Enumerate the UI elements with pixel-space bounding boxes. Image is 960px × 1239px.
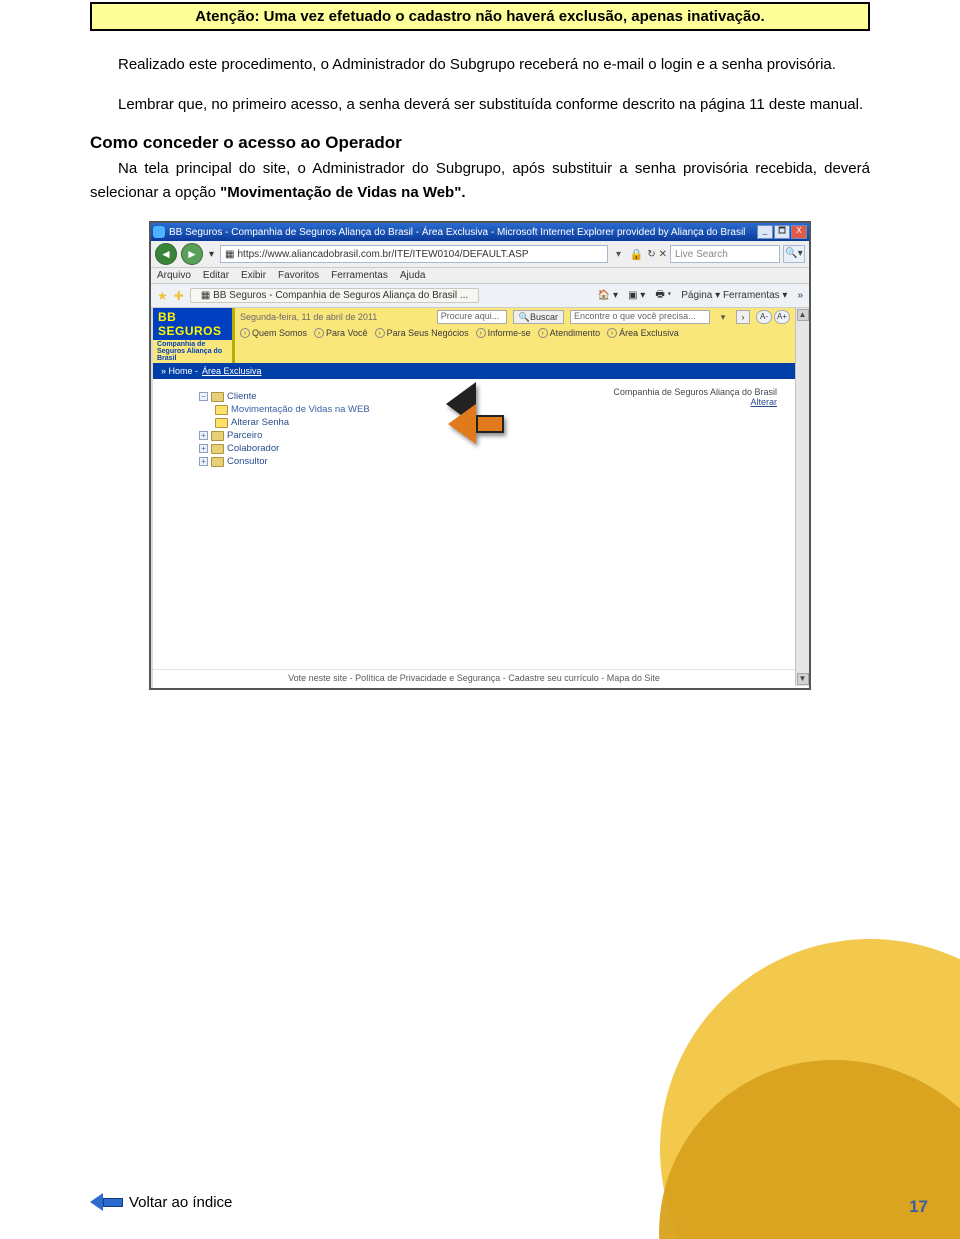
stop-icon[interactable]: ✕: [659, 249, 667, 260]
tree-item-movimentacao[interactable]: Movimentação de Vidas na WEB: [215, 404, 450, 415]
nav-back-button[interactable]: ◄: [155, 243, 177, 265]
menu-favoritos[interactable]: Favoritos: [278, 270, 319, 281]
menu-ferramentas[interactable]: Ferramentas: [331, 270, 388, 281]
print-icon[interactable]: 🖶 ▾: [655, 287, 671, 304]
annotation-arrow-icon: [448, 404, 504, 444]
page-number: 17: [909, 1197, 928, 1217]
search-site-input[interactable]: Procure aqui...: [437, 310, 507, 324]
menu-exibir[interactable]: Exibir: [241, 270, 266, 281]
font-increase-button[interactable]: A+: [774, 310, 790, 324]
address-dropdown[interactable]: ▾: [612, 249, 626, 260]
encontre-input[interactable]: Encontre o que você precisa...: [570, 310, 710, 324]
home-icon[interactable]: 🏠 ▾: [598, 290, 618, 301]
folder-icon: [211, 457, 224, 467]
tree-item-alterar-senha[interactable]: Alterar Senha: [215, 417, 450, 428]
scroll-up-button[interactable]: ▲: [797, 309, 809, 321]
folder-icon: [211, 444, 224, 454]
tree-item-cliente[interactable]: − Cliente: [199, 391, 450, 402]
vertical-scrollbar[interactable]: ▲ ▼: [795, 308, 809, 686]
search-go-button[interactable]: 🔍▾: [783, 245, 805, 263]
ie-icon: [153, 226, 165, 238]
folder-icon: [211, 392, 224, 402]
refresh-icon[interactable]: ↻: [647, 249, 655, 260]
nav-atendimento[interactable]: ›Atendimento: [538, 328, 601, 338]
breadcrumb: » Home - Área Exclusiva: [153, 363, 795, 379]
maximize-button[interactable]: 🗖: [774, 225, 790, 239]
expand-icon[interactable]: +: [199, 457, 208, 466]
browser-tab[interactable]: ▦ BB Seguros - Companhia de Seguros Alia…: [190, 288, 479, 303]
alterar-link[interactable]: Alterar: [750, 397, 777, 407]
folder-icon: [215, 405, 228, 415]
page-menu[interactable]: Página ▾ Ferramentas ▾: [681, 290, 787, 301]
site-header: BB SEGUROS Companhia de Seguros Aliança …: [153, 308, 795, 363]
nav-forward-button[interactable]: ►: [181, 243, 203, 265]
tab-favicon-icon: ▦: [201, 290, 210, 301]
nav-history-dropdown[interactable]: ▾: [207, 249, 216, 260]
tab-title: BB Seguros - Companhia de Seguros Alianç…: [213, 290, 468, 301]
folder-icon: [215, 418, 228, 428]
minimize-button[interactable]: _: [757, 225, 773, 239]
address-url: https://www.aliancadobrasil.com.br/ITE/I…: [237, 249, 528, 260]
back-arrow-icon: [90, 1193, 123, 1211]
logo-text: BB SEGUROS: [158, 310, 227, 338]
ie-tab-bar: ★ ✚ ▦ BB Seguros - Companhia de Seguros …: [151, 284, 809, 308]
nav-area-exclusiva[interactable]: ›Área Exclusiva: [607, 328, 679, 338]
tree-item-parceiro[interactable]: + Parceiro: [199, 430, 450, 441]
expand-icon[interactable]: +: [199, 431, 208, 440]
encontre-dropdown[interactable]: ▾: [716, 312, 730, 323]
nav-para-seus-negocios[interactable]: ›Para Seus Negócios: [375, 328, 469, 338]
feeds-icon[interactable]: ▣ ▾: [628, 290, 645, 301]
window-title: BB Seguros - Companhia de Seguros Alianç…: [169, 227, 745, 238]
tree-item-colaborador[interactable]: + Colaborador: [199, 443, 450, 454]
screenshot-figure: BB Seguros - Companhia de Seguros Alianç…: [149, 221, 811, 690]
back-link-label: Voltar ao índice: [129, 1194, 232, 1211]
help-icon[interactable]: »: [797, 290, 803, 301]
search-text: Live Search: [675, 249, 728, 260]
buscar-label: Buscar: [530, 312, 558, 322]
menu-arquivo[interactable]: Arquivo: [157, 270, 191, 281]
back-to-index-link[interactable]: Voltar ao índice: [90, 1193, 232, 1211]
breadcrumb-current[interactable]: Área Exclusiva: [202, 366, 262, 376]
paragraph-1: Realizado este procedimento, o Administr…: [90, 53, 870, 77]
paragraph-2: Lembrar que, no primeiro acesso, a senha…: [90, 93, 870, 117]
go-button[interactable]: ›: [736, 310, 750, 324]
live-search-box[interactable]: Live Search: [670, 245, 780, 263]
breadcrumb-home[interactable]: » Home -: [161, 366, 198, 376]
menu-editar[interactable]: Editar: [203, 270, 229, 281]
font-decrease-button[interactable]: A-: [756, 310, 772, 324]
logo-subtitle: Companhia de Seguros Aliança do Brasil: [153, 340, 235, 363]
expand-icon[interactable]: +: [199, 444, 208, 453]
favorites-star-icon[interactable]: ★: [157, 289, 168, 303]
address-bar[interactable]: ▦ https://www.aliancadobrasil.com.br/ITE…: [220, 245, 607, 263]
folder-icon: [211, 431, 224, 441]
add-favorites-icon[interactable]: ✚: [174, 289, 184, 303]
attention-callout: Atenção: Uma vez efetuado o cadastro não…: [90, 2, 870, 31]
page-decoration: [580, 779, 960, 1239]
menu-ajuda[interactable]: Ajuda: [400, 270, 426, 281]
ie-title-bar: BB Seguros - Companhia de Seguros Alianç…: [151, 223, 809, 241]
paragraph-3: Na tela principal do site, o Administrad…: [90, 157, 870, 205]
ie-nav-bar: ◄ ► ▾ ▦ https://www.aliancadobrasil.com.…: [151, 241, 809, 268]
header-date: Segunda-feira, 11 de abril de 2011: [240, 312, 431, 322]
tree-item-consultor[interactable]: + Consultor: [199, 456, 450, 467]
company-name: Companhia de Seguros Aliança do Brasil: [466, 387, 777, 397]
nav-quem-somos[interactable]: ›Quem Somos: [240, 328, 307, 338]
nav-informe-se[interactable]: ›Informe-se: [476, 328, 531, 338]
scroll-down-button[interactable]: ▼: [797, 673, 809, 685]
close-button[interactable]: X: [791, 225, 807, 239]
lock-icon: 🔒: [630, 248, 644, 261]
nav-para-voce[interactable]: ›Para Você: [314, 328, 368, 338]
site-favicon-icon: ▦: [225, 249, 234, 260]
section-heading: Como conceder o acesso ao Operador: [90, 133, 870, 153]
paragraph-3-text: Na tela principal do site, o Administrad…: [90, 160, 870, 201]
ie-menu-bar: Arquivo Editar Exibir Favoritos Ferramen…: [151, 268, 809, 284]
buscar-button[interactable]: 🔍 Buscar: [513, 310, 564, 324]
bb-seguros-logo[interactable]: BB SEGUROS: [153, 308, 235, 340]
site-footer-links[interactable]: Vote neste site - Política de Privacidad…: [153, 669, 795, 688]
nav-tree: − Cliente Movimentação de Vidas na WEB: [183, 391, 450, 467]
paragraph-3-bold: "Movimentação de Vidas na Web".: [220, 184, 465, 201]
site-nav: ›Quem Somos ›Para Você ›Para Seus Negóci…: [240, 324, 790, 338]
collapse-icon[interactable]: −: [199, 392, 208, 401]
